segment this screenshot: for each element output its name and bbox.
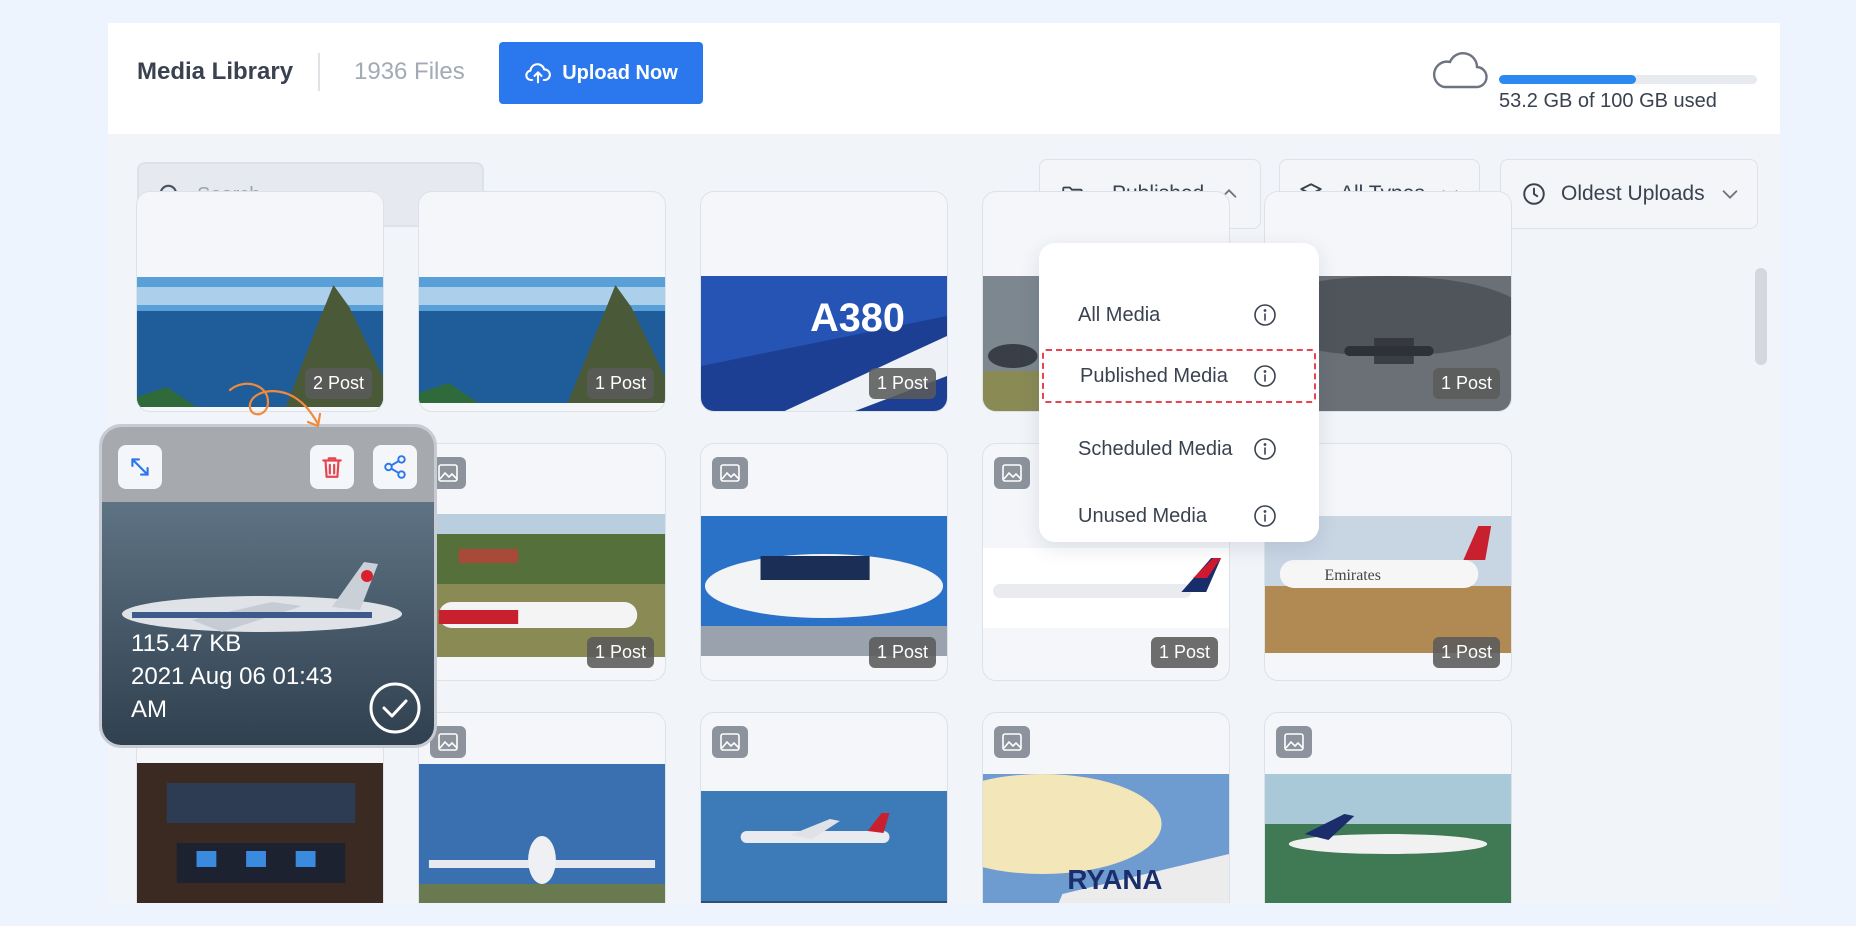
media-card[interactable]: RYANA: [982, 712, 1230, 903]
media-thumbnail: [137, 763, 383, 903]
media-card[interactable]: 1 Post: [418, 191, 666, 412]
media-thumbnail: RYANA: [983, 774, 1229, 903]
menu-item-all-media[interactable]: All Media: [1042, 288, 1316, 342]
storage-progress-fill: [1499, 75, 1637, 84]
media-thumbnail: [419, 514, 665, 657]
cloud-icon: [1432, 52, 1488, 89]
cloud-upload-icon: [525, 63, 552, 84]
chevron-down-icon: [1722, 190, 1737, 199]
post-count-badge: 1 Post: [1150, 637, 1218, 668]
sort-filter-label: Oldest Uploads: [1561, 182, 1705, 205]
menu-item-label: Scheduled Media: [1078, 437, 1233, 460]
media-card[interactable]: [418, 712, 666, 903]
image-type-icon: [994, 726, 1030, 758]
menu-item-published-media[interactable]: Published Media: [1042, 349, 1316, 403]
status-filter-menu: All Media Published Media Scheduled Medi…: [1039, 243, 1319, 542]
upload-now-button[interactable]: Upload Now: [499, 42, 703, 104]
image-type-icon: [994, 457, 1030, 489]
info-icon[interactable]: [1253, 437, 1277, 461]
post-count-badge: 1 Post: [1432, 637, 1500, 668]
svg-text:A380: A380: [810, 296, 905, 340]
media-thumbnail: [419, 764, 665, 903]
image-type-icon: [712, 457, 748, 489]
delete-button[interactable]: [310, 445, 354, 489]
post-count-badge: 1 Post: [868, 637, 936, 668]
info-icon[interactable]: [1253, 504, 1277, 528]
post-count-badge: 1 Post: [1432, 368, 1500, 399]
file-count: 1936 Files: [354, 58, 465, 85]
upload-now-label: Upload Now: [562, 61, 678, 84]
select-check-icon[interactable]: [368, 681, 422, 735]
menu-item-label: All Media: [1078, 303, 1161, 326]
page-title: Media Library: [137, 58, 294, 85]
media-card[interactable]: [700, 712, 948, 903]
share-icon: [384, 455, 406, 479]
media-metadata: 115.47 KB 2021 Aug 06 01:43 AM: [131, 627, 361, 726]
post-count-badge: 1 Post: [868, 368, 936, 399]
expand-button[interactable]: [118, 445, 162, 489]
info-icon[interactable]: [1253, 364, 1277, 388]
image-type-icon: [712, 726, 748, 758]
grid-scrollbar[interactable]: [1755, 268, 1767, 365]
info-icon[interactable]: [1253, 303, 1277, 327]
media-card[interactable]: [1264, 712, 1512, 903]
media-thumbnail: [701, 791, 947, 903]
upload-time-suffix: AM: [131, 696, 167, 723]
post-count-badge: 1 Post: [586, 368, 654, 399]
media-card[interactable]: A380 1 Post: [700, 191, 948, 412]
media-thumbnail: [983, 548, 1229, 628]
divider: [318, 53, 320, 91]
clock-icon: [1523, 183, 1545, 205]
media-thumbnail: [701, 516, 947, 656]
media-card[interactable]: 2 Post: [136, 191, 384, 412]
media-thumbnail: [1265, 774, 1511, 903]
sort-filter-dropdown[interactable]: Oldest Uploads: [1500, 159, 1758, 229]
annotation-arrow-icon: [228, 382, 322, 428]
media-card[interactable]: 1 Post: [700, 443, 948, 681]
svg-text:RYANA: RYANA: [1067, 864, 1162, 895]
image-type-icon: [1276, 726, 1312, 758]
trash-icon: [322, 457, 342, 478]
top-bar: Media Library 1936 Files Upload Now 53.2…: [108, 23, 1780, 134]
menu-item-label: Published Media: [1080, 364, 1228, 387]
media-card[interactable]: 1 Post: [418, 443, 666, 681]
hovered-media-card[interactable]: 115.47 KB 2021 Aug 06 01:43 AM: [99, 424, 437, 748]
file-size: 115.47 KB: [131, 630, 242, 657]
share-button[interactable]: [373, 445, 417, 489]
upload-date: 2021 Aug 06 01:43: [131, 663, 333, 690]
menu-item-label: Unused Media: [1078, 504, 1207, 527]
storage-used-text: 53.2 GB of 100 GB used: [1499, 90, 1717, 112]
post-count-badge: 1 Post: [586, 637, 654, 668]
storage-progress-bar: [1499, 75, 1757, 84]
expand-icon: [131, 458, 149, 476]
menu-item-unused-media[interactable]: Unused Media: [1042, 489, 1316, 543]
menu-item-scheduled-media[interactable]: Scheduled Media: [1042, 422, 1316, 476]
svg-text:Emirates: Emirates: [1325, 567, 1381, 584]
